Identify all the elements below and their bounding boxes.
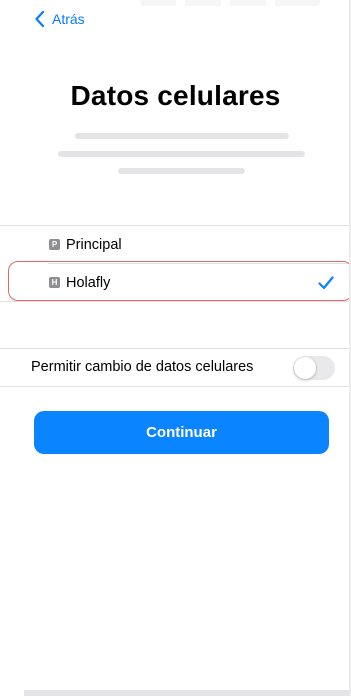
toggle-knob xyxy=(294,357,316,379)
line-option-label: Principal xyxy=(66,236,122,253)
continue-button[interactable]: Continuar xyxy=(34,411,329,454)
description-placeholder-line xyxy=(75,133,289,139)
divider xyxy=(0,301,351,302)
line-option-label: Holafly xyxy=(66,274,111,291)
data-switching-row: Permitir cambio de datos celulares xyxy=(0,349,351,386)
back-button[interactable]: Atrás xyxy=(34,9,85,29)
description-placeholder-line xyxy=(118,168,245,174)
page-title: Datos celulares xyxy=(70,80,281,111)
description-placeholder-line xyxy=(58,151,305,157)
bottom-bar xyxy=(24,690,349,696)
back-label: Atrás xyxy=(52,11,85,27)
data-switching-label: Permitir cambio de datos celulares xyxy=(31,359,254,375)
data-switching-toggle[interactable] xyxy=(293,356,335,380)
status-bar xyxy=(140,0,320,6)
line-option-principal[interactable]: P Principal xyxy=(0,226,351,263)
sim-p-icon: P xyxy=(49,239,60,250)
checkmark-icon xyxy=(318,275,334,290)
divider xyxy=(0,386,351,387)
cellular-data-screen: Atrás Datos celulares P Principal H Hola… xyxy=(0,0,351,696)
sim-h-icon: H xyxy=(49,277,60,288)
chevron-left-icon xyxy=(34,10,46,28)
line-option-holafly[interactable]: H Holafly xyxy=(0,264,351,301)
